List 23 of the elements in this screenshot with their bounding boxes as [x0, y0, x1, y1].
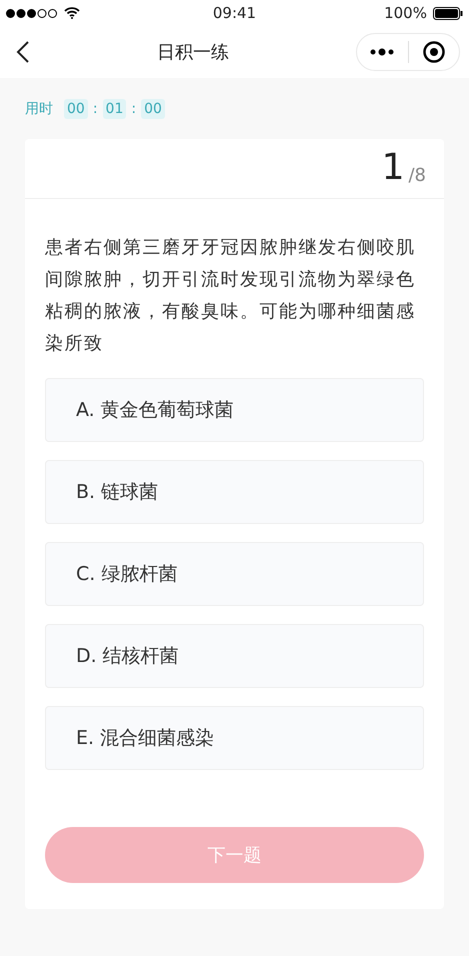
timer-digits: 00: [141, 99, 165, 119]
status-time: 09:41: [212, 4, 256, 22]
timer-separator: :: [92, 101, 98, 117]
timer-label: 用时: [25, 100, 53, 118]
answer-option[interactable]: C. 绿脓杆菌: [45, 542, 424, 606]
question-number: 1: [382, 150, 404, 186]
answer-option[interactable]: E. 混合细菌感染: [45, 706, 424, 770]
battery-icon: [432, 6, 463, 20]
signal-icon: [6, 8, 58, 18]
battery-percent: 100%: [384, 4, 427, 22]
timer-separator: :: [131, 101, 136, 117]
answer-option[interactable]: B. 链球菌: [45, 460, 424, 524]
page-title: 日积一练: [157, 41, 229, 64]
timer-digits: 00: [64, 99, 88, 119]
answer-option[interactable]: A. 黄金色葡萄球菌: [45, 378, 424, 442]
timer-digits: 01: [102, 99, 126, 119]
question-total: /8: [408, 165, 426, 186]
question-text: 患者右侧第三磨牙牙冠因脓肿继发右侧咬肌间隙脓肿，切开引流时发现引流物为翠绿色粘稠的脓液，有酸臭味。可能为哪种细菌感染所致: [44, 236, 416, 356]
answer-option[interactable]: D. 结核杆菌: [45, 624, 424, 688]
close-icon[interactable]: [422, 41, 445, 63]
back-icon[interactable]: [16, 40, 30, 64]
more-icon[interactable]: [370, 48, 394, 56]
wifi-icon: [64, 7, 80, 19]
